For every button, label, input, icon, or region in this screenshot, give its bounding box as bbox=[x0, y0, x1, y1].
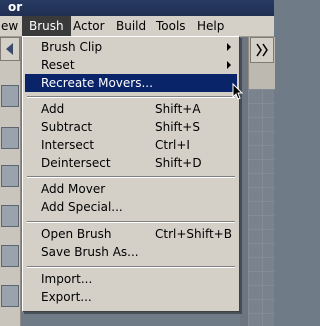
menu-item-add-special[interactable]: Add Special... bbox=[25, 198, 237, 216]
tool-button[interactable] bbox=[1, 127, 19, 149]
menu-item-label: Intersect bbox=[41, 138, 95, 152]
menu-item-export[interactable]: Export... bbox=[25, 288, 237, 306]
viewport-grid[interactable] bbox=[248, 89, 274, 326]
menu-separator bbox=[27, 96, 235, 98]
menu-item-brush-clip[interactable]: Brush Clip bbox=[25, 38, 237, 56]
menu-item-label: Export... bbox=[41, 290, 92, 304]
back-button[interactable] bbox=[0, 37, 20, 61]
menu-item-label: Import... bbox=[41, 272, 93, 286]
window-title: or bbox=[8, 0, 23, 14]
menu-item-shortcut: Ctrl+I bbox=[155, 138, 190, 152]
tool-button[interactable] bbox=[1, 165, 19, 187]
menu-bar: ew Brush Actor Build Tools Help bbox=[0, 16, 274, 37]
viewport-area bbox=[240, 37, 275, 326]
menu-item-label: Subtract bbox=[41, 120, 93, 134]
menu-separator bbox=[27, 221, 235, 223]
menu-actor[interactable]: Actor bbox=[66, 16, 112, 36]
menu-build[interactable]: Build bbox=[109, 16, 153, 36]
menu-help[interactable]: Help bbox=[190, 16, 231, 36]
bracket-icon bbox=[256, 43, 268, 57]
menu-item-shortcut: Ctrl+Shift+B bbox=[155, 227, 232, 241]
menu-item-label: Open Brush bbox=[41, 227, 112, 241]
menu-item-recreate-movers[interactable]: Recreate Movers... bbox=[25, 74, 237, 92]
menu-item-label: Save Brush As... bbox=[41, 245, 139, 259]
menu-item-add[interactable]: Add Shift+A bbox=[25, 100, 237, 118]
menu-item-shortcut: Shift+S bbox=[155, 120, 200, 134]
menu-item-label: Add Special... bbox=[41, 200, 123, 214]
menu-item-import[interactable]: Import... bbox=[25, 270, 237, 288]
menu-item-add-mover[interactable]: Add Mover bbox=[25, 180, 237, 198]
menu-item-label: Brush Clip bbox=[41, 40, 103, 54]
menu-item-save-brush-as[interactable]: Save Brush As... bbox=[25, 243, 237, 261]
menu-item-open-brush[interactable]: Open Brush Ctrl+Shift+B bbox=[25, 225, 237, 243]
mouse-pointer-icon bbox=[232, 83, 244, 100]
menu-item-shortcut: Shift+A bbox=[155, 102, 201, 116]
menu-item-label: Recreate Movers... bbox=[41, 76, 153, 90]
menu-item-deintersect[interactable]: Deintersect Shift+D bbox=[25, 154, 237, 172]
window-title-bar: or bbox=[0, 0, 274, 16]
menu-item-label: Deintersect bbox=[41, 156, 111, 170]
tool-button[interactable] bbox=[1, 85, 19, 107]
menu-item-label: Reset bbox=[41, 58, 75, 72]
tool-button[interactable] bbox=[1, 205, 19, 227]
submenu-arrow-icon bbox=[227, 61, 231, 69]
menu-brush[interactable]: Brush bbox=[22, 16, 71, 36]
menu-separator bbox=[27, 176, 235, 178]
menu-item-subtract[interactable]: Subtract Shift+S bbox=[25, 118, 237, 136]
toolbox-panel bbox=[0, 37, 21, 326]
menu-item-intersect[interactable]: Intersect Ctrl+I bbox=[25, 136, 237, 154]
brush-menu-dropdown: Brush Clip Reset Recreate Movers... Add … bbox=[22, 36, 240, 312]
menu-item-shortcut: Shift+D bbox=[155, 156, 202, 170]
menu-separator bbox=[27, 266, 235, 268]
menu-item-label: Add bbox=[41, 102, 65, 116]
tool-button[interactable] bbox=[1, 245, 19, 267]
toolbar-button[interactable] bbox=[250, 37, 274, 63]
submenu-arrow-icon bbox=[227, 43, 231, 51]
tool-button[interactable] bbox=[1, 285, 19, 307]
arrow-left-icon bbox=[6, 43, 13, 55]
menu-item-label: Add Mover bbox=[41, 182, 106, 196]
menu-tools[interactable]: Tools bbox=[149, 16, 193, 36]
menu-item-reset[interactable]: Reset bbox=[25, 56, 237, 74]
